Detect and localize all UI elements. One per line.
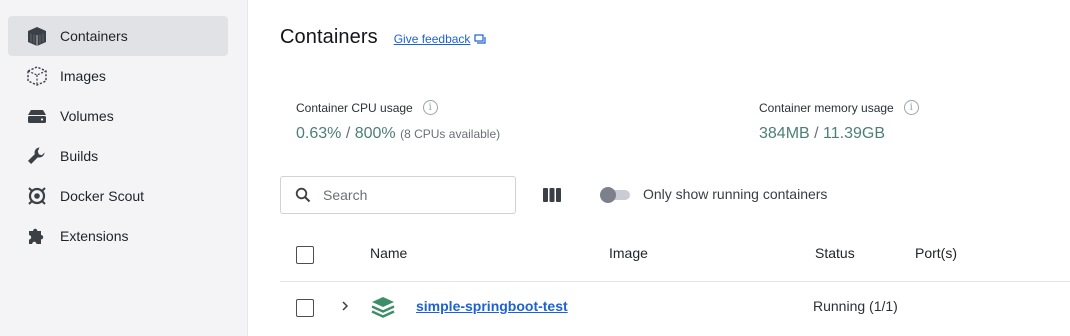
info-icon[interactable]: i <box>903 100 919 115</box>
sidebar-item-label: Containers <box>60 28 128 44</box>
memory-usage-value: 384MB / 11.39GB <box>759 125 919 143</box>
sidebar-item-docker-scout[interactable]: Docker Scout <box>8 176 228 216</box>
columns-icon <box>543 188 561 202</box>
memory-usage-label-row: Container memory usage i <box>759 100 919 115</box>
column-header-ports[interactable]: Port(s) <box>915 245 957 261</box>
sidebar-item-label: Volumes <box>60 108 114 124</box>
feedback-icon <box>474 33 487 44</box>
sidebar-item-label: Extensions <box>60 228 129 244</box>
search-box[interactable] <box>280 176 516 214</box>
give-feedback-link[interactable]: Give feedback <box>394 32 487 46</box>
toggle-thumb <box>600 187 616 203</box>
memory-total: 11.39GB <box>823 125 886 142</box>
cpu-separator: / <box>341 125 355 142</box>
sidebar: Containers Images Volumes Builds Docker … <box>0 0 248 336</box>
cpu-usage-label: Container CPU usage <box>296 100 413 115</box>
info-icon[interactable]: i <box>422 100 438 115</box>
table-header: Name Image Status Port(s) <box>280 232 1070 282</box>
sidebar-item-label: Docker Scout <box>60 188 145 204</box>
columns-toggle-button[interactable] <box>540 184 564 206</box>
sidebar-item-builds[interactable]: Builds <box>8 136 228 176</box>
memory-usage-stat: Container memory usage i 384MB / 11.39GB <box>759 100 919 143</box>
cpu-note: (8 CPUs available) <box>400 127 501 141</box>
cpu-used: 0.63% <box>296 125 342 142</box>
sidebar-nav: Containers Images Volumes Builds Docker … <box>8 16 228 256</box>
volume-icon <box>24 104 50 128</box>
page-header: Containers Give feedback <box>280 26 487 49</box>
column-header-name[interactable]: Name <box>370 245 407 261</box>
give-feedback-label: Give feedback <box>393 32 471 46</box>
cpu-usage-value: 0.63% / 800% (8 CPUs available) <box>296 125 500 143</box>
memory-separator: / <box>809 125 824 142</box>
stack-icon <box>371 297 395 318</box>
column-header-image[interactable]: Image <box>609 245 648 261</box>
running-only-toggle[interactable] <box>600 187 630 203</box>
running-only-label: Only show running containers <box>643 186 828 202</box>
cpu-usage-label-row: Container CPU usage i <box>296 100 500 115</box>
row-checkbox[interactable] <box>296 299 314 317</box>
main-content: Containers Give feedback Container CPU u… <box>248 0 1070 336</box>
search-icon <box>295 187 311 203</box>
image-icon <box>24 64 50 88</box>
memory-usage-label: Container memory usage <box>759 100 894 115</box>
sidebar-item-containers[interactable]: Containers <box>8 16 228 56</box>
sidebar-item-images[interactable]: Images <box>8 56 228 96</box>
container-status: Running (1/1) <box>813 298 898 314</box>
memory-used: 384MB <box>759 125 810 142</box>
scout-icon <box>24 184 50 208</box>
sidebar-item-extensions[interactable]: Extensions <box>8 216 228 256</box>
page-title: Containers <box>280 26 378 48</box>
cpu-total: 800% <box>354 125 396 142</box>
select-all-checkbox[interactable] <box>296 246 314 264</box>
container-icon <box>24 24 50 48</box>
chevron-right-icon[interactable] <box>338 299 352 313</box>
wrench-icon <box>24 144 50 168</box>
cpu-usage-stat: Container CPU usage i 0.63% / 800% (8 CP… <box>296 100 500 143</box>
container-name-link[interactable]: simple-springboot-test <box>416 298 568 314</box>
search-input[interactable] <box>323 187 503 203</box>
column-header-status[interactable]: Status <box>815 245 855 261</box>
sidebar-item-label: Images <box>60 68 106 84</box>
sidebar-item-label: Builds <box>60 148 99 164</box>
sidebar-item-volumes[interactable]: Volumes <box>8 96 228 136</box>
table-row[interactable]: simple-springboot-test Running (1/1) <box>280 282 1070 332</box>
containers-table: Name Image Status Port(s) simple-springb… <box>280 232 1070 332</box>
puzzle-icon <box>24 224 50 248</box>
